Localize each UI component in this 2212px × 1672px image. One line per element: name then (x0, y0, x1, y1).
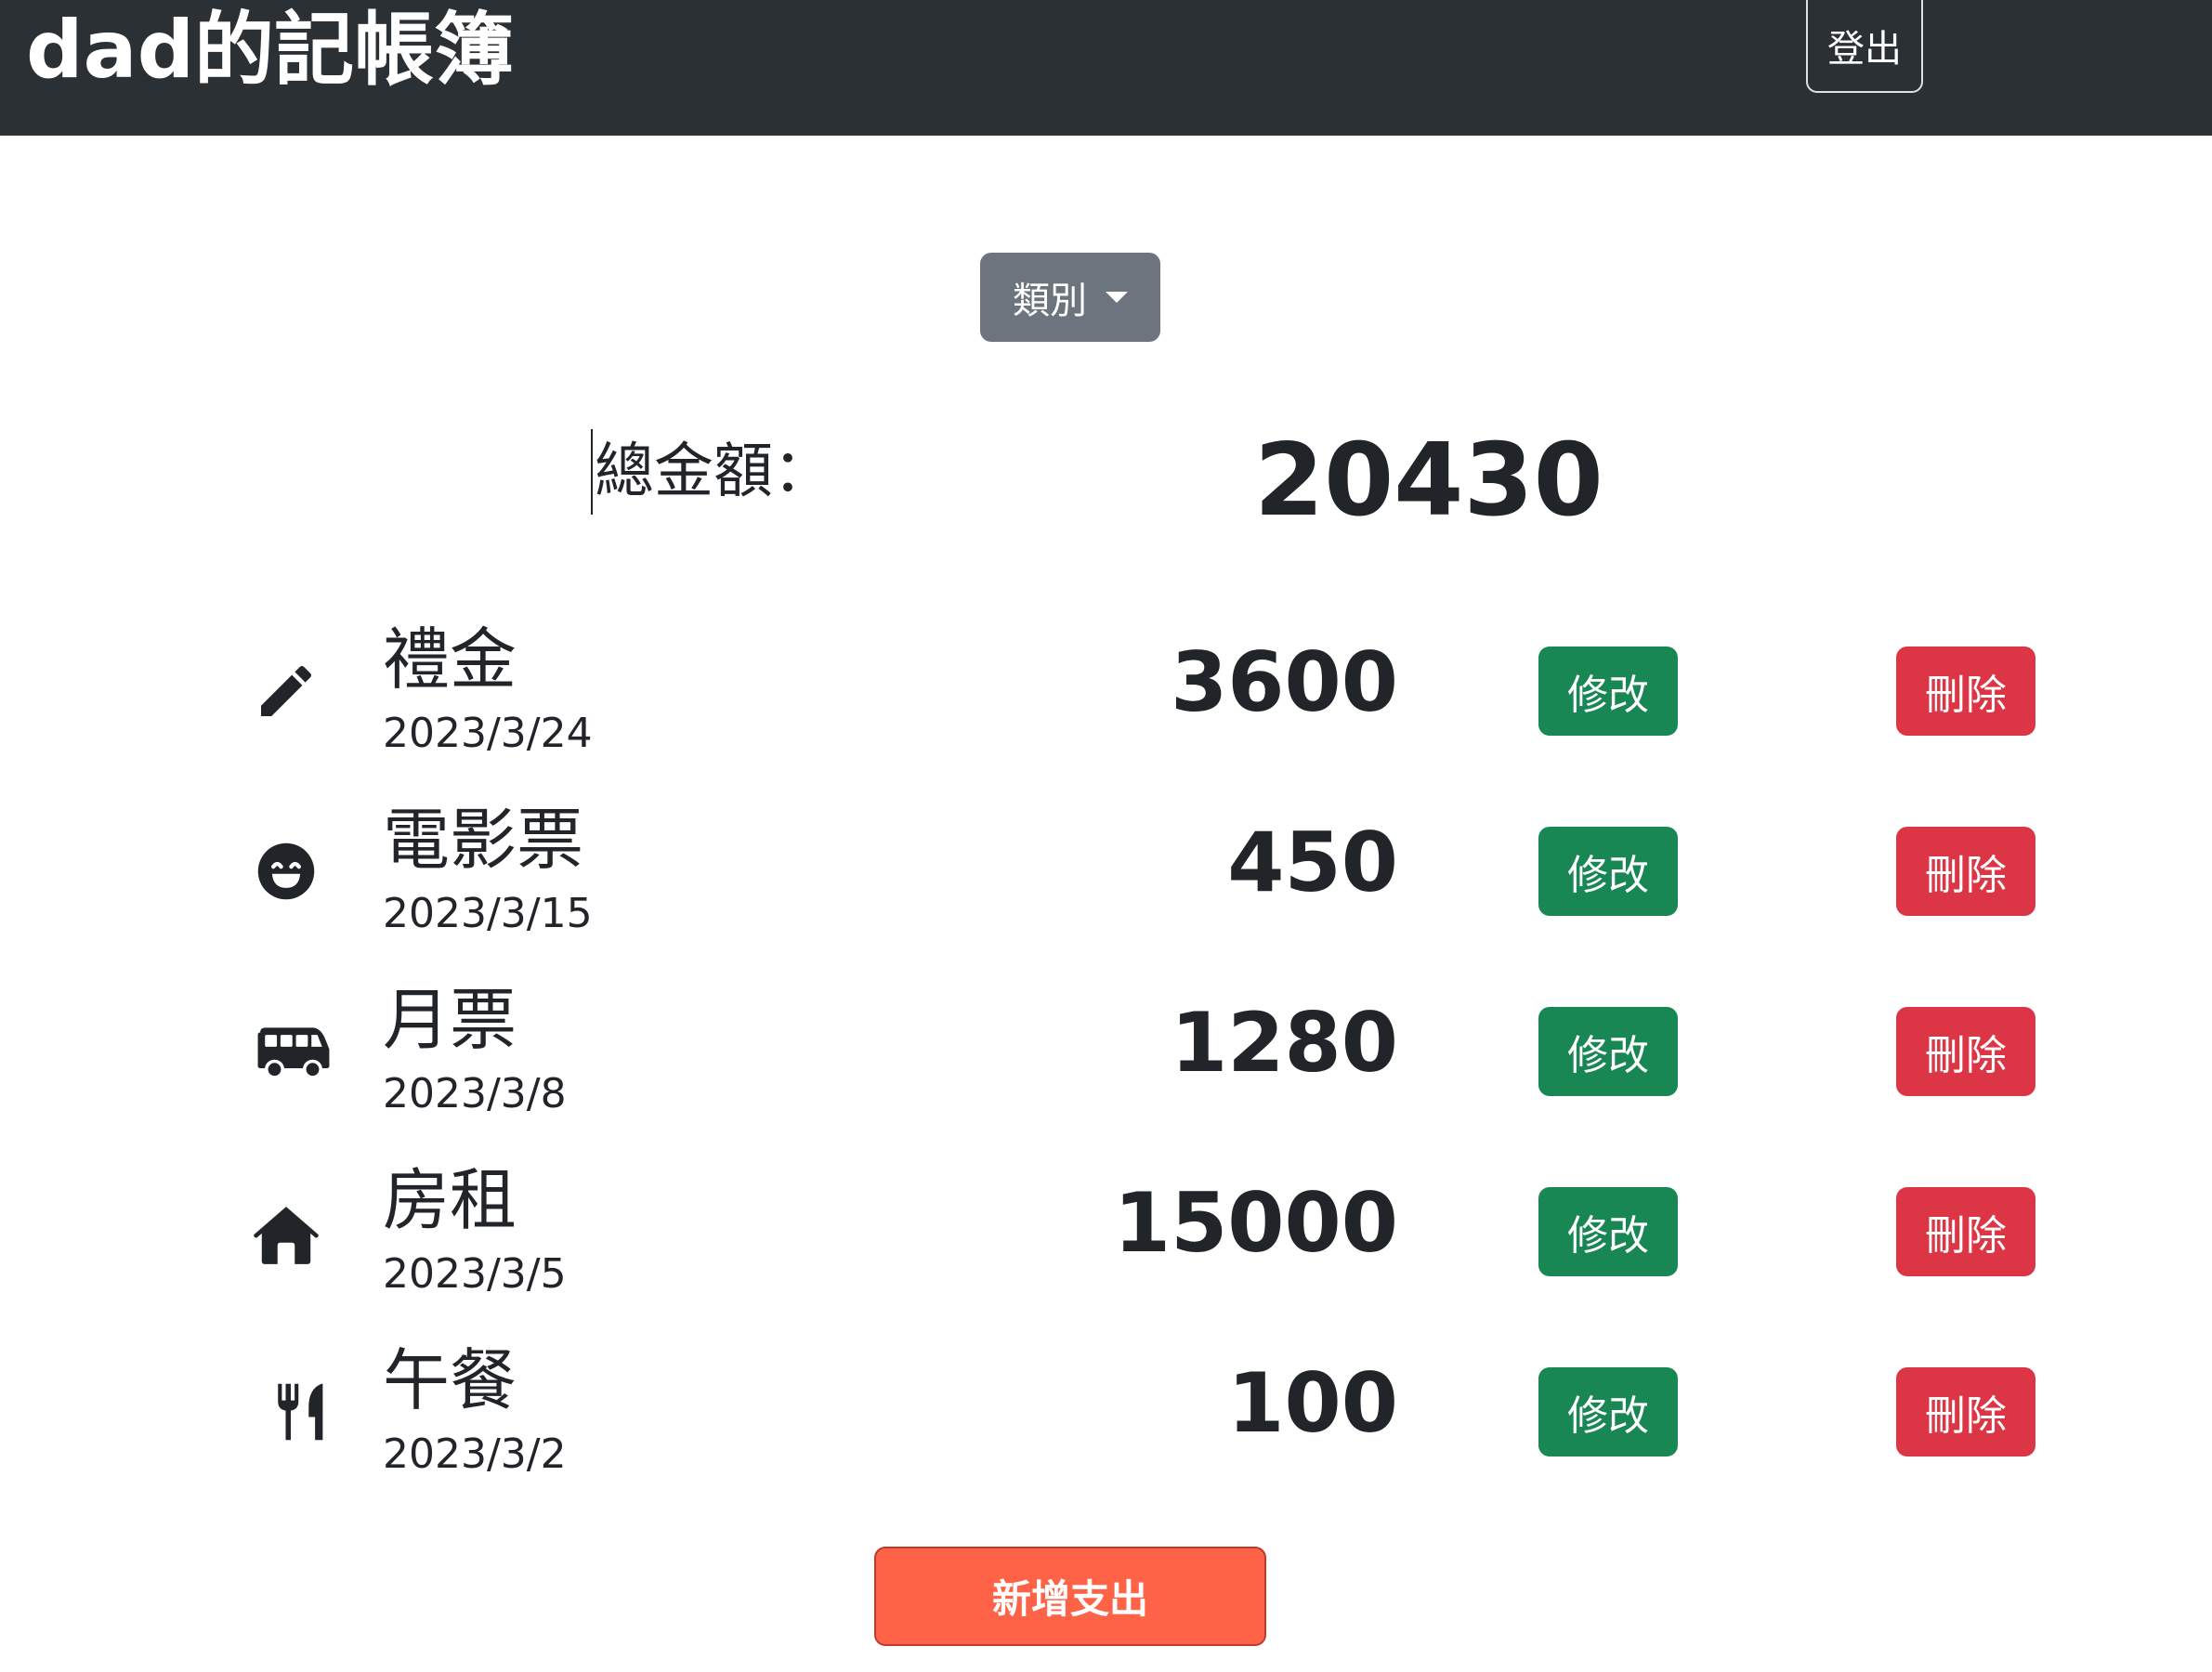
house-icon (242, 1191, 331, 1280)
delete-button[interactable]: 刪除 (1896, 1367, 2035, 1456)
edit-button[interactable]: 修改 (1538, 1187, 1678, 1276)
total-label: 總金額： (591, 429, 832, 515)
edit-button[interactable]: 修改 (1538, 1367, 1678, 1456)
record-date: 2023/3/5 (383, 1250, 567, 1298)
record-name: 午餐 (383, 1341, 517, 1419)
record-date: 2023/3/2 (383, 1430, 567, 1478)
record-row: 月票 2023/3/8 1280 修改 刪除 (0, 973, 2212, 1150)
app-title: dad的記帳簿 (26, 4, 515, 97)
record-amount: 3600 (1171, 634, 1398, 730)
utensils-icon (256, 1367, 346, 1456)
record-row: 禮金 2023/3/24 3600 修改 刪除 (0, 613, 2212, 790)
record-name: 房租 (383, 1161, 517, 1239)
record-name: 禮金 (383, 620, 517, 699)
record-amount: 1280 (1171, 995, 1398, 1091)
record-row: 午餐 2023/3/2 100 修改 刪除 (0, 1334, 2212, 1510)
record-date: 2023/3/8 (383, 1070, 567, 1117)
total-amount: 20430 (1254, 423, 1603, 539)
add-expense-button[interactable]: 新增支出 (874, 1547, 1266, 1646)
navbar: dad的記帳簿 登出 (0, 0, 2212, 136)
delete-button[interactable]: 刪除 (1896, 827, 2035, 916)
record-name: 電影票 (383, 801, 584, 879)
logout-button[interactable]: 登出 (1806, 0, 1923, 93)
record-row: 電影票 2023/3/15 450 修改 刪除 (0, 793, 2212, 970)
record-amount: 15000 (1113, 1175, 1398, 1271)
delete-button[interactable]: 刪除 (1896, 1007, 2035, 1096)
edit-button[interactable]: 修改 (1538, 827, 1678, 916)
edit-button[interactable]: 修改 (1538, 647, 1678, 736)
record-date: 2023/3/24 (383, 710, 593, 757)
bus-icon (249, 1007, 338, 1096)
caret-down-icon (1106, 292, 1128, 303)
delete-button[interactable]: 刪除 (1896, 647, 2035, 736)
record-row: 房租 2023/3/5 15000 修改 刪除 (0, 1154, 2212, 1330)
record-name: 月票 (383, 981, 517, 1059)
grin-face-icon (242, 827, 331, 916)
record-amount: 100 (1227, 1355, 1398, 1451)
category-dropdown[interactable]: 類別 (980, 253, 1160, 342)
record-date: 2023/3/15 (383, 890, 593, 937)
category-dropdown-label: 類別 (1013, 280, 1087, 322)
edit-button[interactable]: 修改 (1538, 1007, 1678, 1096)
delete-button[interactable]: 刪除 (1896, 1187, 2035, 1276)
record-amount: 450 (1227, 815, 1398, 910)
pencil-icon (242, 647, 331, 736)
